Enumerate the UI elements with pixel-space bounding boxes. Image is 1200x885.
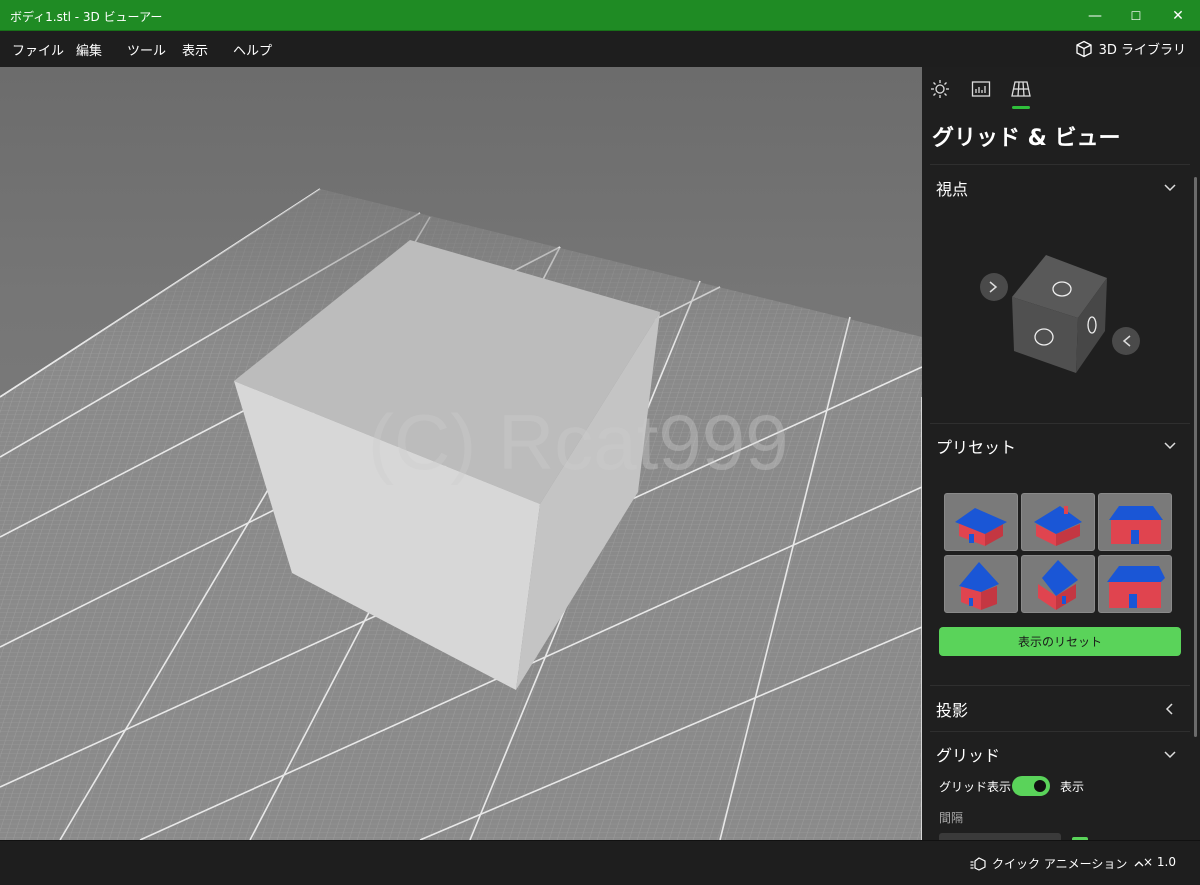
section-grid-title[interactable]: グリッド bbox=[936, 742, 1000, 766]
chevron-down-icon[interactable] bbox=[1162, 746, 1178, 762]
grid-icon bbox=[1011, 81, 1031, 97]
maximize-button[interactable]: ☐ bbox=[1116, 0, 1156, 31]
menu-tools[interactable]: ツール bbox=[127, 40, 166, 59]
preset-view-5[interactable] bbox=[1021, 555, 1095, 613]
house-icon bbox=[955, 508, 1007, 546]
menu-file[interactable]: ファイル bbox=[12, 40, 64, 59]
menu-view[interactable]: 表示 bbox=[182, 40, 208, 59]
close-icon: ✕ bbox=[1172, 7, 1184, 24]
section-viewpoint-title[interactable]: 視点 bbox=[936, 176, 968, 200]
watermark: (C) Rcat999 bbox=[368, 398, 789, 486]
tab-stats[interactable] bbox=[969, 77, 993, 101]
preset-view-4[interactable] bbox=[944, 555, 1018, 613]
3d-library-button[interactable]: 3D ライブラリ bbox=[1075, 39, 1186, 58]
house-icon bbox=[959, 562, 999, 610]
house-icon bbox=[1038, 560, 1078, 610]
menu-bar: ファイル 編集 ツール 表示 ヘルプ 3D ライブラリ bbox=[0, 31, 1200, 67]
grid-spacing-label: 間隔 bbox=[939, 811, 964, 825]
quick-animation-button[interactable]: クイック アニメーション bbox=[970, 855, 1145, 872]
grid-spacing-input[interactable] bbox=[939, 833, 1061, 840]
side-panel: グリッド & ビュー 視点 プリセット 表示のリセット 投影 グリッド グリッド… bbox=[922, 67, 1200, 840]
minimize-button[interactable]: — bbox=[1075, 0, 1115, 31]
chevron-down-icon[interactable] bbox=[1162, 437, 1178, 453]
3d-viewport[interactable]: (C) Rcat999 bbox=[0, 67, 922, 840]
divider bbox=[930, 731, 1190, 732]
close-button[interactable]: ✕ bbox=[1158, 0, 1198, 31]
preset-view-3[interactable] bbox=[1098, 493, 1172, 551]
house-icon bbox=[1107, 566, 1165, 608]
preset-view-2[interactable] bbox=[1021, 493, 1095, 551]
minimize-icon: — bbox=[1088, 7, 1102, 24]
tab-lighting[interactable] bbox=[928, 77, 952, 101]
menu-edit[interactable]: 編集 bbox=[76, 40, 102, 59]
grid-show-toggle[interactable] bbox=[1012, 776, 1050, 796]
chevron-left-icon[interactable] bbox=[1162, 701, 1178, 717]
house-icon bbox=[1109, 506, 1163, 544]
3d-library-label: 3D ライブラリ bbox=[1098, 43, 1186, 58]
quick-animation-label: クイック アニメーション bbox=[992, 857, 1128, 871]
3d-cube-icon bbox=[1075, 40, 1092, 57]
lighting-icon bbox=[931, 80, 949, 98]
divider bbox=[930, 164, 1190, 165]
preset-view-6[interactable] bbox=[1098, 555, 1172, 613]
panel-title: グリッド & ビュー bbox=[932, 126, 1121, 151]
rotate-right-button[interactable] bbox=[1112, 327, 1140, 355]
reset-view-button[interactable]: 表示のリセット bbox=[939, 627, 1181, 656]
preset-view-1[interactable] bbox=[944, 493, 1018, 551]
grid-show-state: 表示 bbox=[1060, 780, 1085, 794]
title-bar: ボディ1.stl - 3D ビューアー — ☐ ✕ bbox=[0, 0, 1200, 31]
animation-speed[interactable]: × 1.0 bbox=[1143, 855, 1176, 869]
stats-icon bbox=[971, 81, 991, 97]
house-icon bbox=[1034, 506, 1082, 546]
selected-tab-indicator bbox=[1012, 106, 1030, 109]
panel-scrollbar[interactable] bbox=[1194, 177, 1197, 737]
tab-grid-view[interactable] bbox=[1009, 77, 1033, 101]
section-presets-title[interactable]: プリセット bbox=[936, 434, 1016, 458]
view-cube[interactable] bbox=[974, 247, 1144, 377]
divider bbox=[930, 685, 1190, 686]
menu-help[interactable]: ヘルプ bbox=[233, 40, 272, 59]
section-projection-title[interactable]: 投影 bbox=[936, 697, 968, 721]
grid-show-label: グリッド表示 bbox=[939, 780, 1012, 794]
maximize-icon: ☐ bbox=[1130, 8, 1142, 23]
divider bbox=[930, 423, 1190, 424]
cube-play-icon bbox=[970, 856, 986, 871]
window-title: ボディ1.stl - 3D ビューアー bbox=[10, 10, 163, 24]
bottom-bar: クイック アニメーション × 1.0 bbox=[0, 840, 1200, 885]
chevron-down-icon[interactable] bbox=[1162, 179, 1178, 195]
toggle-knob bbox=[1034, 780, 1046, 792]
rotate-left-button[interactable] bbox=[980, 273, 1008, 301]
